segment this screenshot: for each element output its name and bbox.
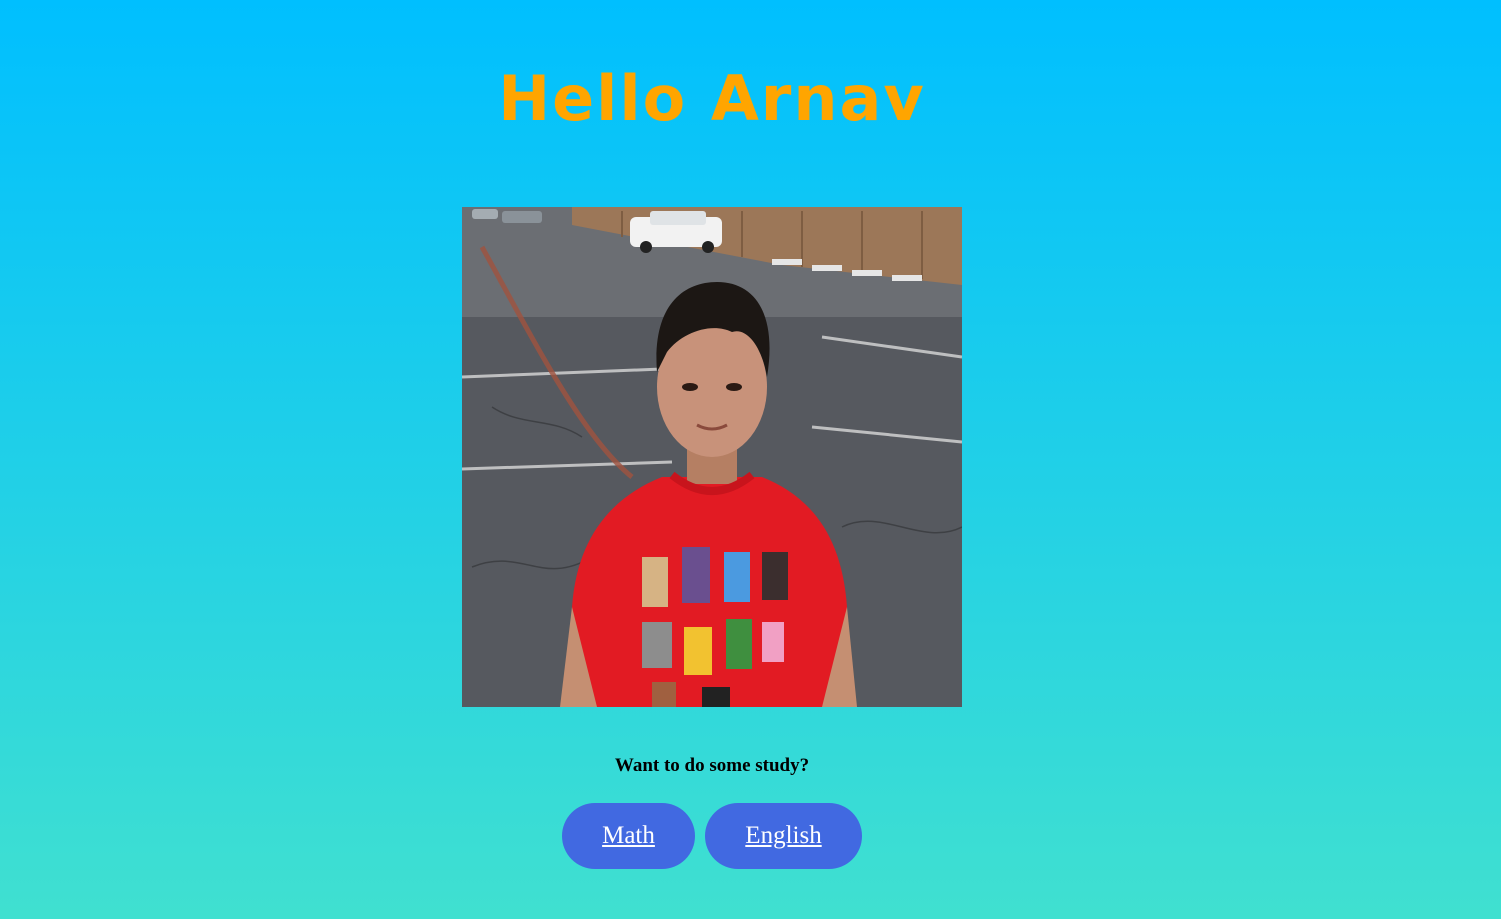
profile-photo [462,207,962,707]
child-photo-icon [462,207,962,707]
english-button[interactable]: English [705,803,862,869]
greeting-title: Hello Arnav [498,62,926,135]
study-prompt: Want to do some study? [614,755,810,776]
subject-buttons: Math English [562,803,862,869]
math-button[interactable]: Math [562,803,695,869]
